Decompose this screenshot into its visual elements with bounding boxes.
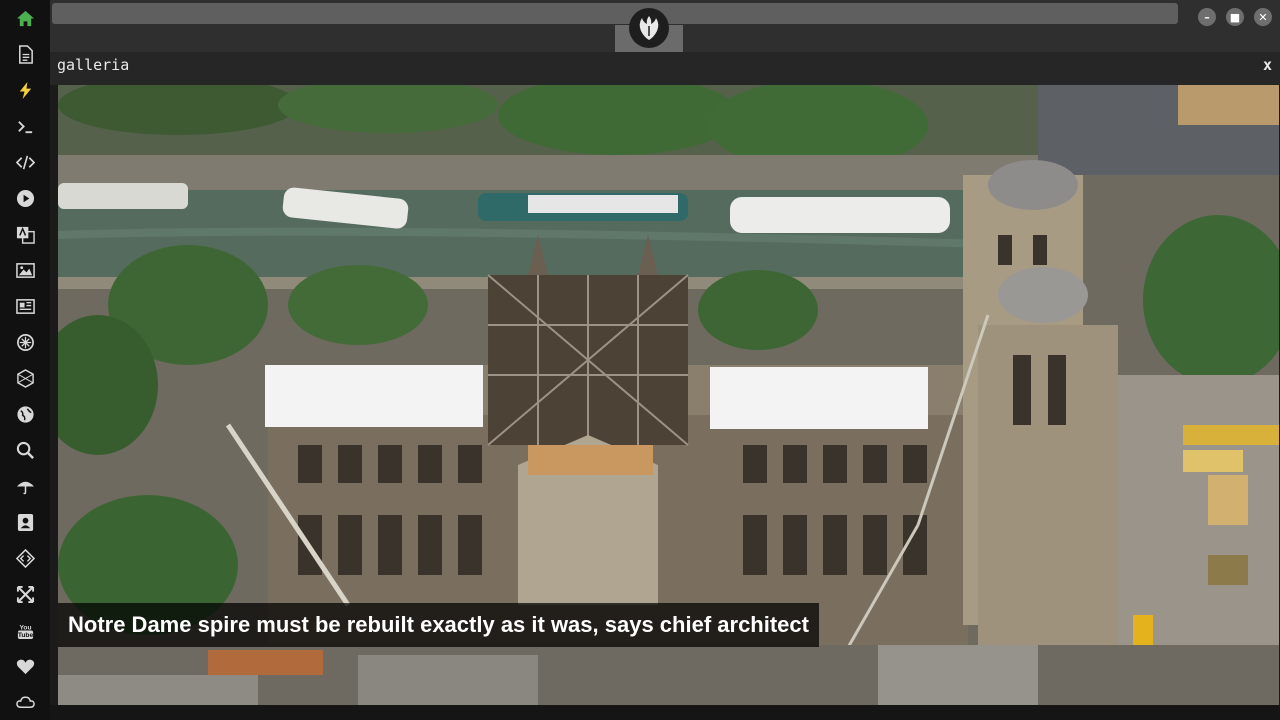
hexagon-icon[interactable] [0, 360, 50, 396]
translate-icon[interactable] [0, 216, 50, 252]
svg-text:Tube: Tube [17, 632, 33, 639]
youtube-icon[interactable]: You Tube [0, 612, 50, 648]
window-titlebar: – ■ ✕ [50, 0, 1280, 52]
code-icon[interactable] [0, 144, 50, 180]
image-icon[interactable] [0, 252, 50, 288]
news-icon[interactable] [0, 288, 50, 324]
play-icon[interactable] [0, 180, 50, 216]
heart-icon[interactable] [0, 648, 50, 684]
panel-header: galleria x [50, 52, 1280, 85]
home-icon[interactable] [0, 0, 50, 36]
panel-close-button[interactable]: x [1263, 56, 1272, 74]
cloud-icon[interactable] [0, 684, 50, 720]
document-icon[interactable] [0, 36, 50, 72]
gallery-caption: Notre Dame spire must be rebuilt exactly… [58, 603, 819, 647]
panel-title: galleria [57, 56, 130, 74]
terminal-icon[interactable] [0, 108, 50, 144]
maximize-icon[interactable]: ■ [1226, 8, 1244, 26]
developer-icon[interactable] [0, 540, 50, 576]
address-bar[interactable] [52, 3, 1178, 24]
umbrella-icon[interactable] [0, 468, 50, 504]
settings-wheel-icon[interactable] [0, 324, 50, 360]
rebel-alliance-icon[interactable] [629, 8, 669, 48]
sidebar: You Tube [0, 0, 50, 720]
bottom-border [50, 705, 1280, 720]
close-icon[interactable]: ✕ [1254, 8, 1272, 26]
lightning-icon[interactable] [0, 72, 50, 108]
contact-card-icon[interactable] [0, 504, 50, 540]
minimize-icon[interactable]: – [1198, 8, 1216, 26]
search-icon[interactable] [0, 432, 50, 468]
globe-icon[interactable] [0, 396, 50, 432]
expand-icon[interactable] [0, 576, 50, 612]
